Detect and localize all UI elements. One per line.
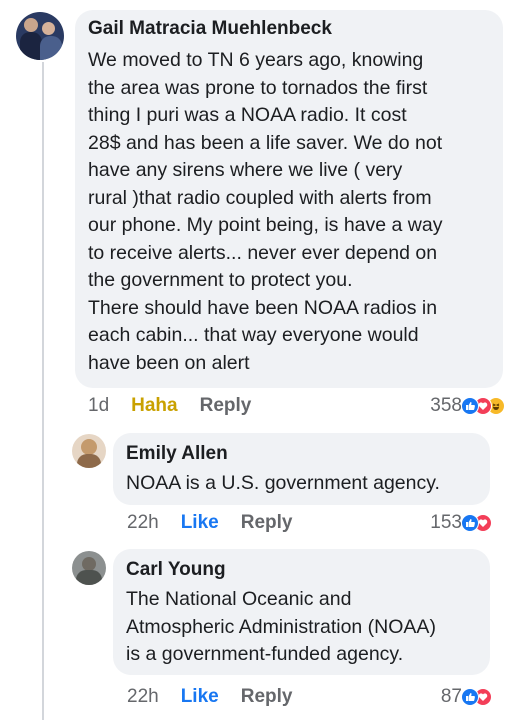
reaction-summary[interactable]: 153 xyxy=(430,512,492,534)
like-button[interactable]: Like xyxy=(181,512,219,534)
like-button[interactable]: Like xyxy=(181,686,219,708)
avatar[interactable] xyxy=(16,12,64,60)
reaction-count: 153 xyxy=(430,512,462,533)
reply-button[interactable]: Reply xyxy=(200,395,252,417)
avatar[interactable] xyxy=(72,434,106,468)
reaction-count: 358 xyxy=(430,395,462,416)
like-icon xyxy=(461,397,479,415)
reply-button[interactable]: Reply xyxy=(241,686,293,708)
reply-actions: 22h Like Reply xyxy=(127,512,314,534)
comment-bubble: Gail Matracia Muehlenbeck We moved to TN… xyxy=(75,10,503,388)
avatar[interactable] xyxy=(72,551,106,585)
comment-actions: 1d Haha Reply xyxy=(88,395,273,417)
like-icon xyxy=(461,514,479,532)
comment-timestamp[interactable]: 1d xyxy=(88,395,109,417)
reply-bubble: Carl Young The National Oceanic and Atmo… xyxy=(113,549,490,675)
thread-line xyxy=(42,62,44,720)
comment-author[interactable]: Gail Matracia Muehlenbeck xyxy=(88,18,332,40)
reply-button[interactable]: Reply xyxy=(241,512,293,534)
reply-author[interactable]: Emily Allen xyxy=(126,443,228,465)
reply-bubble: Emily Allen NOAA is a U.S. government ag… xyxy=(113,433,490,505)
comment-text: We moved to TN 6 years ago, knowing the … xyxy=(88,49,443,374)
reply-text: NOAA is a U.S. government agency. xyxy=(126,472,440,494)
like-icon xyxy=(461,688,479,706)
reaction-count: 87 xyxy=(440,686,462,707)
reply-timestamp[interactable]: 22h xyxy=(127,512,159,534)
haha-reaction-button[interactable]: Haha xyxy=(131,395,177,417)
reply-text: The National Oceanic and Atmospheric Adm… xyxy=(126,588,436,665)
reaction-summary[interactable]: 87 xyxy=(441,686,492,708)
reaction-summary[interactable]: 358 xyxy=(430,395,505,417)
reply-actions: 22h Like Reply xyxy=(127,686,314,708)
reply-timestamp[interactable]: 22h xyxy=(127,686,159,708)
reply-author[interactable]: Carl Young xyxy=(126,559,226,581)
